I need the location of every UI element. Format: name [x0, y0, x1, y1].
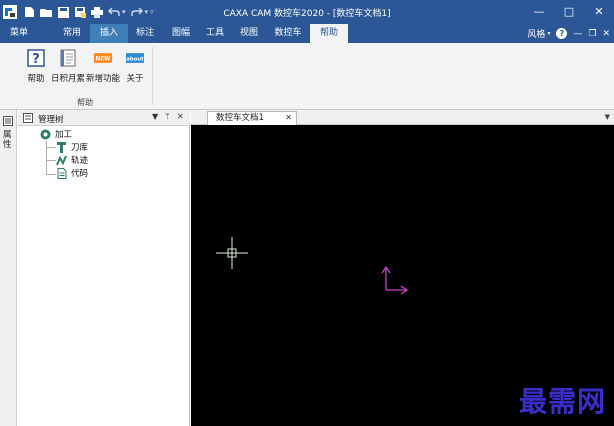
tree-branch-line — [46, 174, 56, 175]
properties-side-strip: 属性 — [0, 110, 17, 426]
tab-insert[interactable]: 插入 — [90, 24, 128, 43]
close-button[interactable]: ✕ — [584, 0, 614, 22]
title-bar: ▾ ▾ ▿ CAXA CAM 数控车2020 - [数控车文档1] — □ ✕ — [0, 0, 614, 24]
code-file-icon — [56, 167, 67, 179]
window-title: CAXA CAM 数控车2020 - [数控车文档1] — [223, 9, 391, 19]
ribbon-tab-bar: 菜单 常用 插入 标注 图幅 工具 视图 数控车 帮助 风格 ▾ ? — ❐ ✕ — [0, 24, 614, 43]
help-button-label: 帮助 — [27, 74, 45, 84]
svg-text:?: ? — [32, 52, 40, 67]
panel-header: 管理树 ▼ ᛘ ✕ — [18, 110, 190, 126]
ribbon-group-separator — [152, 47, 153, 105]
panel-close-icon[interactable]: ✕ — [177, 112, 184, 121]
ribbon-group-label: 帮助 — [77, 98, 93, 107]
tab-tools[interactable]: 工具 — [198, 24, 232, 43]
tree-node-code[interactable]: 代码 — [56, 167, 88, 179]
tool-library-icon — [56, 141, 67, 153]
drawing-canvas[interactable]: 最需网 — [191, 125, 614, 426]
document-tab-label: 数控车文档1 — [216, 113, 264, 123]
tips-button-label: 日积月累 — [50, 74, 85, 84]
tree-node-machining[interactable]: 加工 — [40, 128, 72, 140]
tree-node-label: 代码 — [71, 169, 89, 179]
style-menu[interactable]: 风格 — [527, 27, 545, 40]
machining-icon — [40, 129, 51, 140]
minimize-button[interactable]: — — [524, 0, 554, 22]
new-features-label: 新增功能 — [86, 74, 121, 84]
tree-panel-icon — [23, 113, 33, 123]
tab-annotate[interactable]: 标注 — [128, 24, 162, 43]
panel-title: 管理树 — [38, 115, 64, 125]
ribbon-panel: ? 帮助 日积月累 NEW 新增功能 about 关于 帮助 — [0, 43, 614, 110]
tab-cnc-lathe[interactable]: 数控车 — [266, 24, 310, 43]
ribbon-restore-button[interactable]: ❐ — [588, 29, 596, 39]
toolpath-icon — [56, 155, 67, 166]
tab-common[interactable]: 常用 — [55, 24, 89, 43]
help-book-icon: ? — [27, 49, 45, 67]
new-badge-icon: NEW — [94, 49, 112, 67]
tree-node-toolpath[interactable]: 轨迹 — [56, 154, 88, 166]
panel-pin-icon[interactable]: ᛘ — [165, 112, 170, 121]
maximize-button[interactable]: □ — [554, 0, 584, 22]
tree-branch-line — [46, 147, 56, 148]
help-button[interactable]: ? 帮助 — [24, 49, 48, 87]
about-button[interactable]: about 关于 — [122, 49, 148, 87]
ribbon-close-button[interactable]: ✕ — [602, 29, 610, 39]
coordinate-axis-icon — [381, 265, 409, 295]
tree-branch-line — [46, 160, 56, 161]
style-dropdown-icon[interactable]: ▾ — [547, 30, 550, 37]
panel-dropdown-icon[interactable]: ▼ — [152, 112, 158, 121]
watermark-logo: 最需网 — [518, 385, 606, 418]
about-button-label: 关于 — [126, 74, 144, 84]
document-tab[interactable]: 数控车文档1 ✕ — [207, 111, 297, 125]
window-controls: — □ ✕ — [524, 0, 614, 24]
tab-view[interactable]: 视图 — [232, 24, 266, 43]
tree-node-label: 轨迹 — [71, 156, 89, 166]
about-badge-text: about — [126, 56, 144, 62]
help-icon[interactable]: ? — [556, 28, 568, 39]
crosshair-cursor-icon — [216, 237, 248, 269]
ribbon-right-tools: 风格 ▾ ? — ❐ ✕ — [521, 24, 610, 43]
tab-sheet[interactable]: 图幅 — [164, 24, 198, 43]
properties-tab[interactable]: 属性 — [3, 130, 14, 150]
tips-calendar-icon — [59, 49, 77, 67]
new-features-button[interactable]: NEW 新增功能 — [86, 49, 120, 87]
ribbon-minimize-button[interactable]: — — [573, 29, 582, 39]
tree-node-label: 刀库 — [71, 143, 89, 153]
document-list-dropdown-icon[interactable]: ▼ — [605, 113, 610, 121]
manager-tree-panel: 管理树 ▼ ᛘ ✕ 加工 刀库 轨迹 代码 — [18, 110, 190, 426]
tree-node-label: 加工 — [55, 130, 73, 140]
document-tab-close-icon[interactable]: ✕ — [285, 112, 292, 124]
properties-icon[interactable] — [3, 116, 13, 126]
about-badge-icon: about — [126, 49, 144, 67]
tab-help[interactable]: 帮助 — [310, 24, 348, 43]
tips-button[interactable]: 日积月累 — [50, 49, 86, 87]
document-tab-strip: 数控车文档1 ✕ ▼ — [191, 110, 614, 125]
new-badge-text: NEW — [95, 56, 111, 62]
tab-menu[interactable]: 菜单 — [0, 24, 38, 43]
tree-node-tool-library[interactable]: 刀库 — [56, 141, 88, 153]
